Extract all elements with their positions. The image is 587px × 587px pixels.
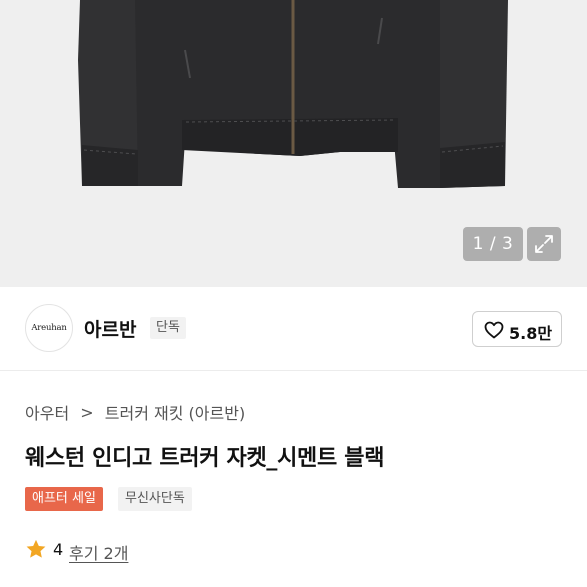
breadcrumb-item-outer[interactable]: 아우터 (25, 400, 69, 424)
product-image-gallery[interactable]: 1 / 3 (0, 0, 587, 287)
like-button[interactable]: 5.8만 (472, 311, 562, 347)
expand-icon (535, 235, 553, 253)
brand-logo[interactable]: Areuhan (25, 304, 73, 352)
sale-tag: 애프터 세일 (25, 487, 103, 511)
brand-exclusive-badge: 단독 (150, 317, 186, 339)
exclusive-tag: 무신사단독 (118, 487, 192, 511)
brand-name[interactable]: 아르반 (84, 315, 136, 342)
breadcrumb-item-trucker-jacket[interactable]: 트러커 재킷 (아르반) (105, 400, 245, 424)
star-icon (26, 539, 46, 558)
heart-icon (484, 321, 504, 339)
like-count: 5.8만 (509, 324, 553, 343)
product-title: 웨스턴 인디고 트러커 자켓_시멘트 블랙 (25, 446, 385, 471)
image-counter: 1 / 3 (463, 227, 523, 261)
breadcrumb: 아우터 > 트러커 재킷 (아르반) (25, 400, 245, 424)
rating-value: 4 (53, 540, 64, 559)
chevron-right-icon: > (80, 402, 94, 422)
brand-row: Areuhan 아르반 단독 5.8만 (0, 287, 587, 371)
review-count-link[interactable]: 후기 2개 (69, 540, 128, 564)
expand-image-button[interactable] (527, 227, 561, 261)
